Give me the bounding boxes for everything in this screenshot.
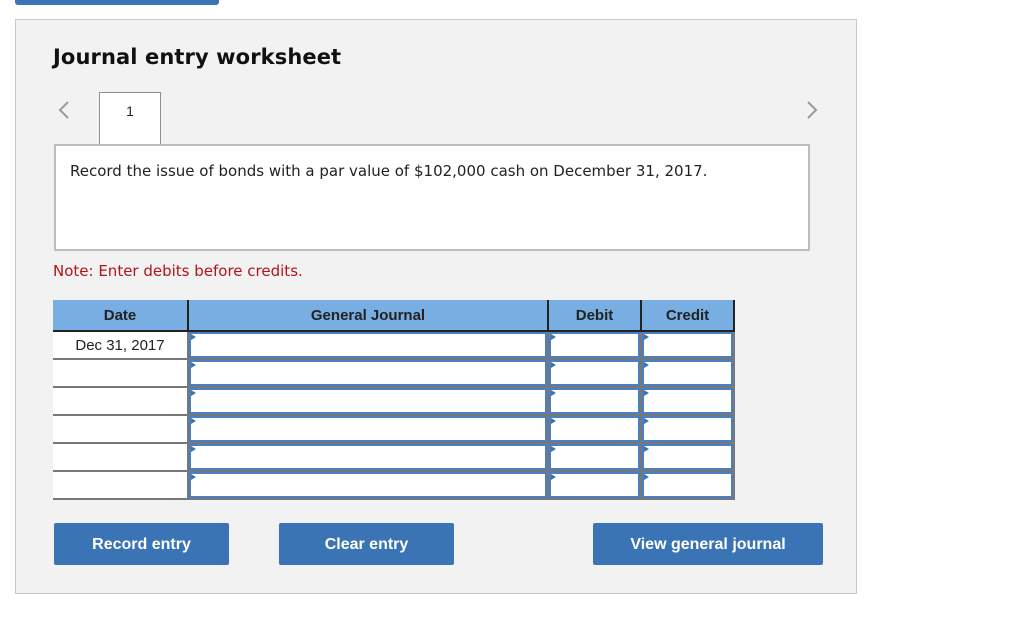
general-journal-input[interactable]	[189, 360, 547, 386]
general-journal-cell[interactable]	[187, 358, 549, 388]
credit-input[interactable]	[642, 472, 733, 498]
debit-cell[interactable]	[547, 442, 642, 472]
record-entry-button[interactable]: Record entry	[54, 523, 229, 565]
worksheet-title: Journal entry worksheet	[53, 45, 342, 69]
column-header-debit: Debit	[547, 300, 642, 332]
table-row	[53, 414, 735, 444]
table-row	[53, 470, 735, 500]
question-box: Record the issue of bonds with a par val…	[54, 144, 810, 251]
credit-input[interactable]	[642, 360, 733, 386]
debit-cell[interactable]	[547, 470, 642, 500]
debit-input[interactable]	[549, 388, 640, 414]
column-header-date: Date	[53, 300, 189, 332]
general-journal-cell[interactable]	[187, 470, 549, 500]
general-journal-input[interactable]	[189, 472, 547, 498]
debit-input[interactable]	[549, 416, 640, 442]
debit-input[interactable]	[549, 444, 640, 470]
table-header-row: Date General Journal Debit Credit	[53, 300, 735, 332]
step-tab-1[interactable]: 1	[99, 92, 161, 144]
debit-input[interactable]	[549, 360, 640, 386]
general-journal-input[interactable]	[189, 416, 547, 442]
view-general-journal-button[interactable]: View general journal	[593, 523, 823, 565]
table-row	[53, 386, 735, 416]
credit-cell[interactable]	[640, 386, 735, 416]
date-cell	[53, 414, 189, 444]
credit-input[interactable]	[642, 332, 733, 358]
date-cell: Dec 31, 2017	[53, 330, 189, 360]
credit-cell[interactable]	[640, 414, 735, 444]
general-journal-cell[interactable]	[187, 330, 549, 360]
note-text: Note: Enter debits before credits.	[53, 262, 303, 280]
general-journal-cell[interactable]	[187, 442, 549, 472]
credit-cell[interactable]	[640, 358, 735, 388]
column-header-general-journal: General Journal	[187, 300, 549, 332]
general-journal-cell[interactable]	[187, 386, 549, 416]
general-journal-input[interactable]	[189, 444, 547, 470]
debit-cell[interactable]	[547, 330, 642, 360]
date-cell	[53, 386, 189, 416]
table-row	[53, 442, 735, 472]
general-journal-cell[interactable]	[187, 414, 549, 444]
date-cell	[53, 442, 189, 472]
journal-table: Date General Journal Debit Credit Dec 31…	[53, 300, 735, 500]
debit-cell[interactable]	[547, 414, 642, 444]
date-cell	[53, 358, 189, 388]
credit-cell[interactable]	[640, 330, 735, 360]
chevron-right-icon	[807, 101, 818, 119]
credit-cell[interactable]	[640, 442, 735, 472]
debit-cell[interactable]	[547, 358, 642, 388]
credit-input[interactable]	[642, 416, 733, 442]
top-tab-indicator[interactable]	[15, 0, 219, 5]
debit-cell[interactable]	[547, 386, 642, 416]
next-entry-button[interactable]	[804, 99, 820, 121]
clear-entry-button[interactable]: Clear entry	[279, 523, 454, 565]
table-row	[53, 358, 735, 388]
debit-input[interactable]	[549, 332, 640, 358]
question-text: Record the issue of bonds with a par val…	[70, 162, 708, 180]
general-journal-input[interactable]	[189, 332, 547, 358]
column-header-credit: Credit	[640, 300, 735, 332]
credit-cell[interactable]	[640, 470, 735, 500]
general-journal-input[interactable]	[189, 388, 547, 414]
credit-input[interactable]	[642, 444, 733, 470]
prev-entry-button[interactable]	[56, 99, 72, 121]
credit-input[interactable]	[642, 388, 733, 414]
table-row: Dec 31, 2017	[53, 330, 735, 360]
chevron-left-icon	[58, 101, 69, 119]
worksheet-panel: Journal entry worksheet 1 Record the iss…	[15, 19, 857, 594]
date-cell	[53, 470, 189, 500]
debit-input[interactable]	[549, 472, 640, 498]
